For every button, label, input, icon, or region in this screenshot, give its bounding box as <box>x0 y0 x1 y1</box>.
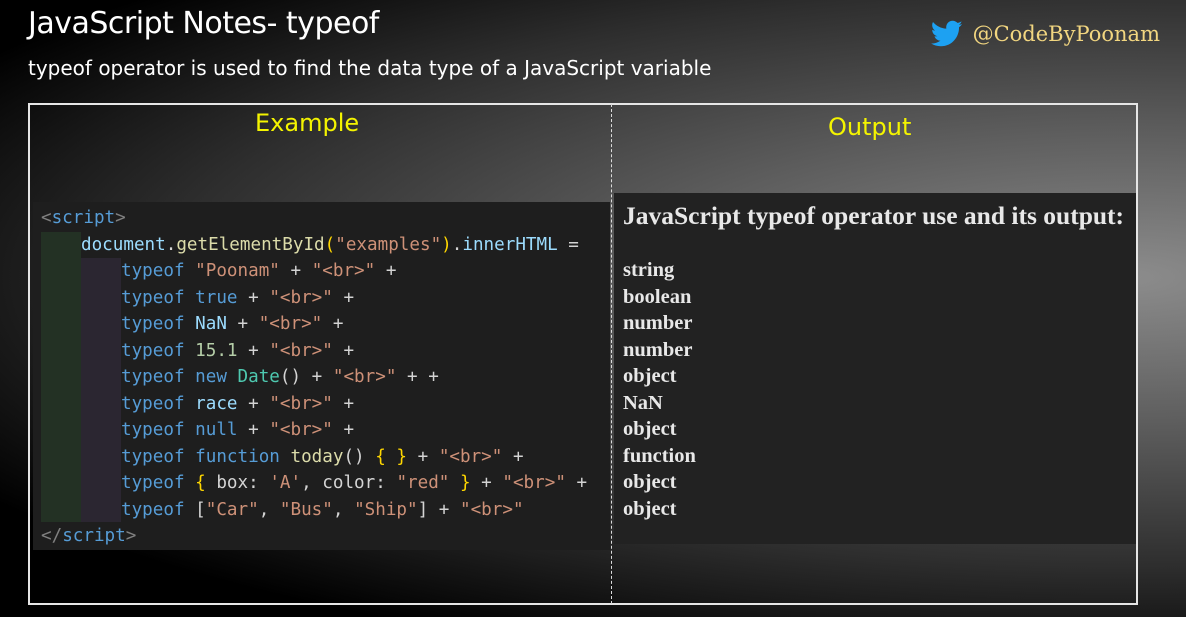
code-line: typeof NaN + "<br>" + <box>121 314 344 334</box>
output-item: function <box>623 444 696 467</box>
code-line: typeof null + "<br>" + <box>121 420 355 440</box>
output-item: number <box>623 338 693 361</box>
output-item: NaN <box>623 391 663 414</box>
output-item: number <box>623 312 693 334</box>
code-line: typeof function today() { } + "<br>" + <box>121 446 524 467</box>
example-title: Example <box>255 109 360 137</box>
output-panel: JavaScript typeof operator use and its o… <box>614 193 1136 544</box>
output-item: object <box>623 418 677 440</box>
code-line: typeof 15.1 + "<br>" + <box>121 340 355 361</box>
code-line: <script> <box>41 208 126 228</box>
code-line: </script> <box>41 526 137 546</box>
output-item: boolean <box>623 285 692 308</box>
code-line: typeof new Date() + "<br>" + + <box>121 367 439 387</box>
author-handle[interactable]: @CodeByPoonam <box>930 20 1160 48</box>
code-line: typeof { box: 'A', color: "red" } + "<br… <box>121 473 588 493</box>
page-subtitle: typeof operator is used to find the data… <box>28 56 712 80</box>
code-line: document.getElementById("examples").inne… <box>81 234 579 255</box>
code-line: typeof true + "<br>" + <box>121 287 355 308</box>
output-item: object <box>623 471 677 493</box>
column-divider <box>611 104 612 604</box>
code-line: typeof ["Car", "Bus", "Ship"] + "<br>" <box>121 499 524 520</box>
twitter-icon <box>930 20 963 47</box>
output-item: string <box>623 259 675 281</box>
output-item: object <box>623 365 677 387</box>
output-item: object <box>623 497 677 520</box>
code-line: typeof race + "<br>" + <box>121 393 355 414</box>
handle-text: @CodeByPoonam <box>972 22 1160 46</box>
output-heading: JavaScript typeof operator use and its o… <box>623 201 1125 230</box>
code-block: <script> document.getElementById("exampl… <box>33 202 610 550</box>
page-title: JavaScript Notes- typeof <box>28 6 379 41</box>
output-list: string boolean number number object NaN … <box>623 257 696 522</box>
code-line: typeof "Poonam" + "<br>" + <box>121 261 397 281</box>
output-title: Output <box>828 113 912 141</box>
